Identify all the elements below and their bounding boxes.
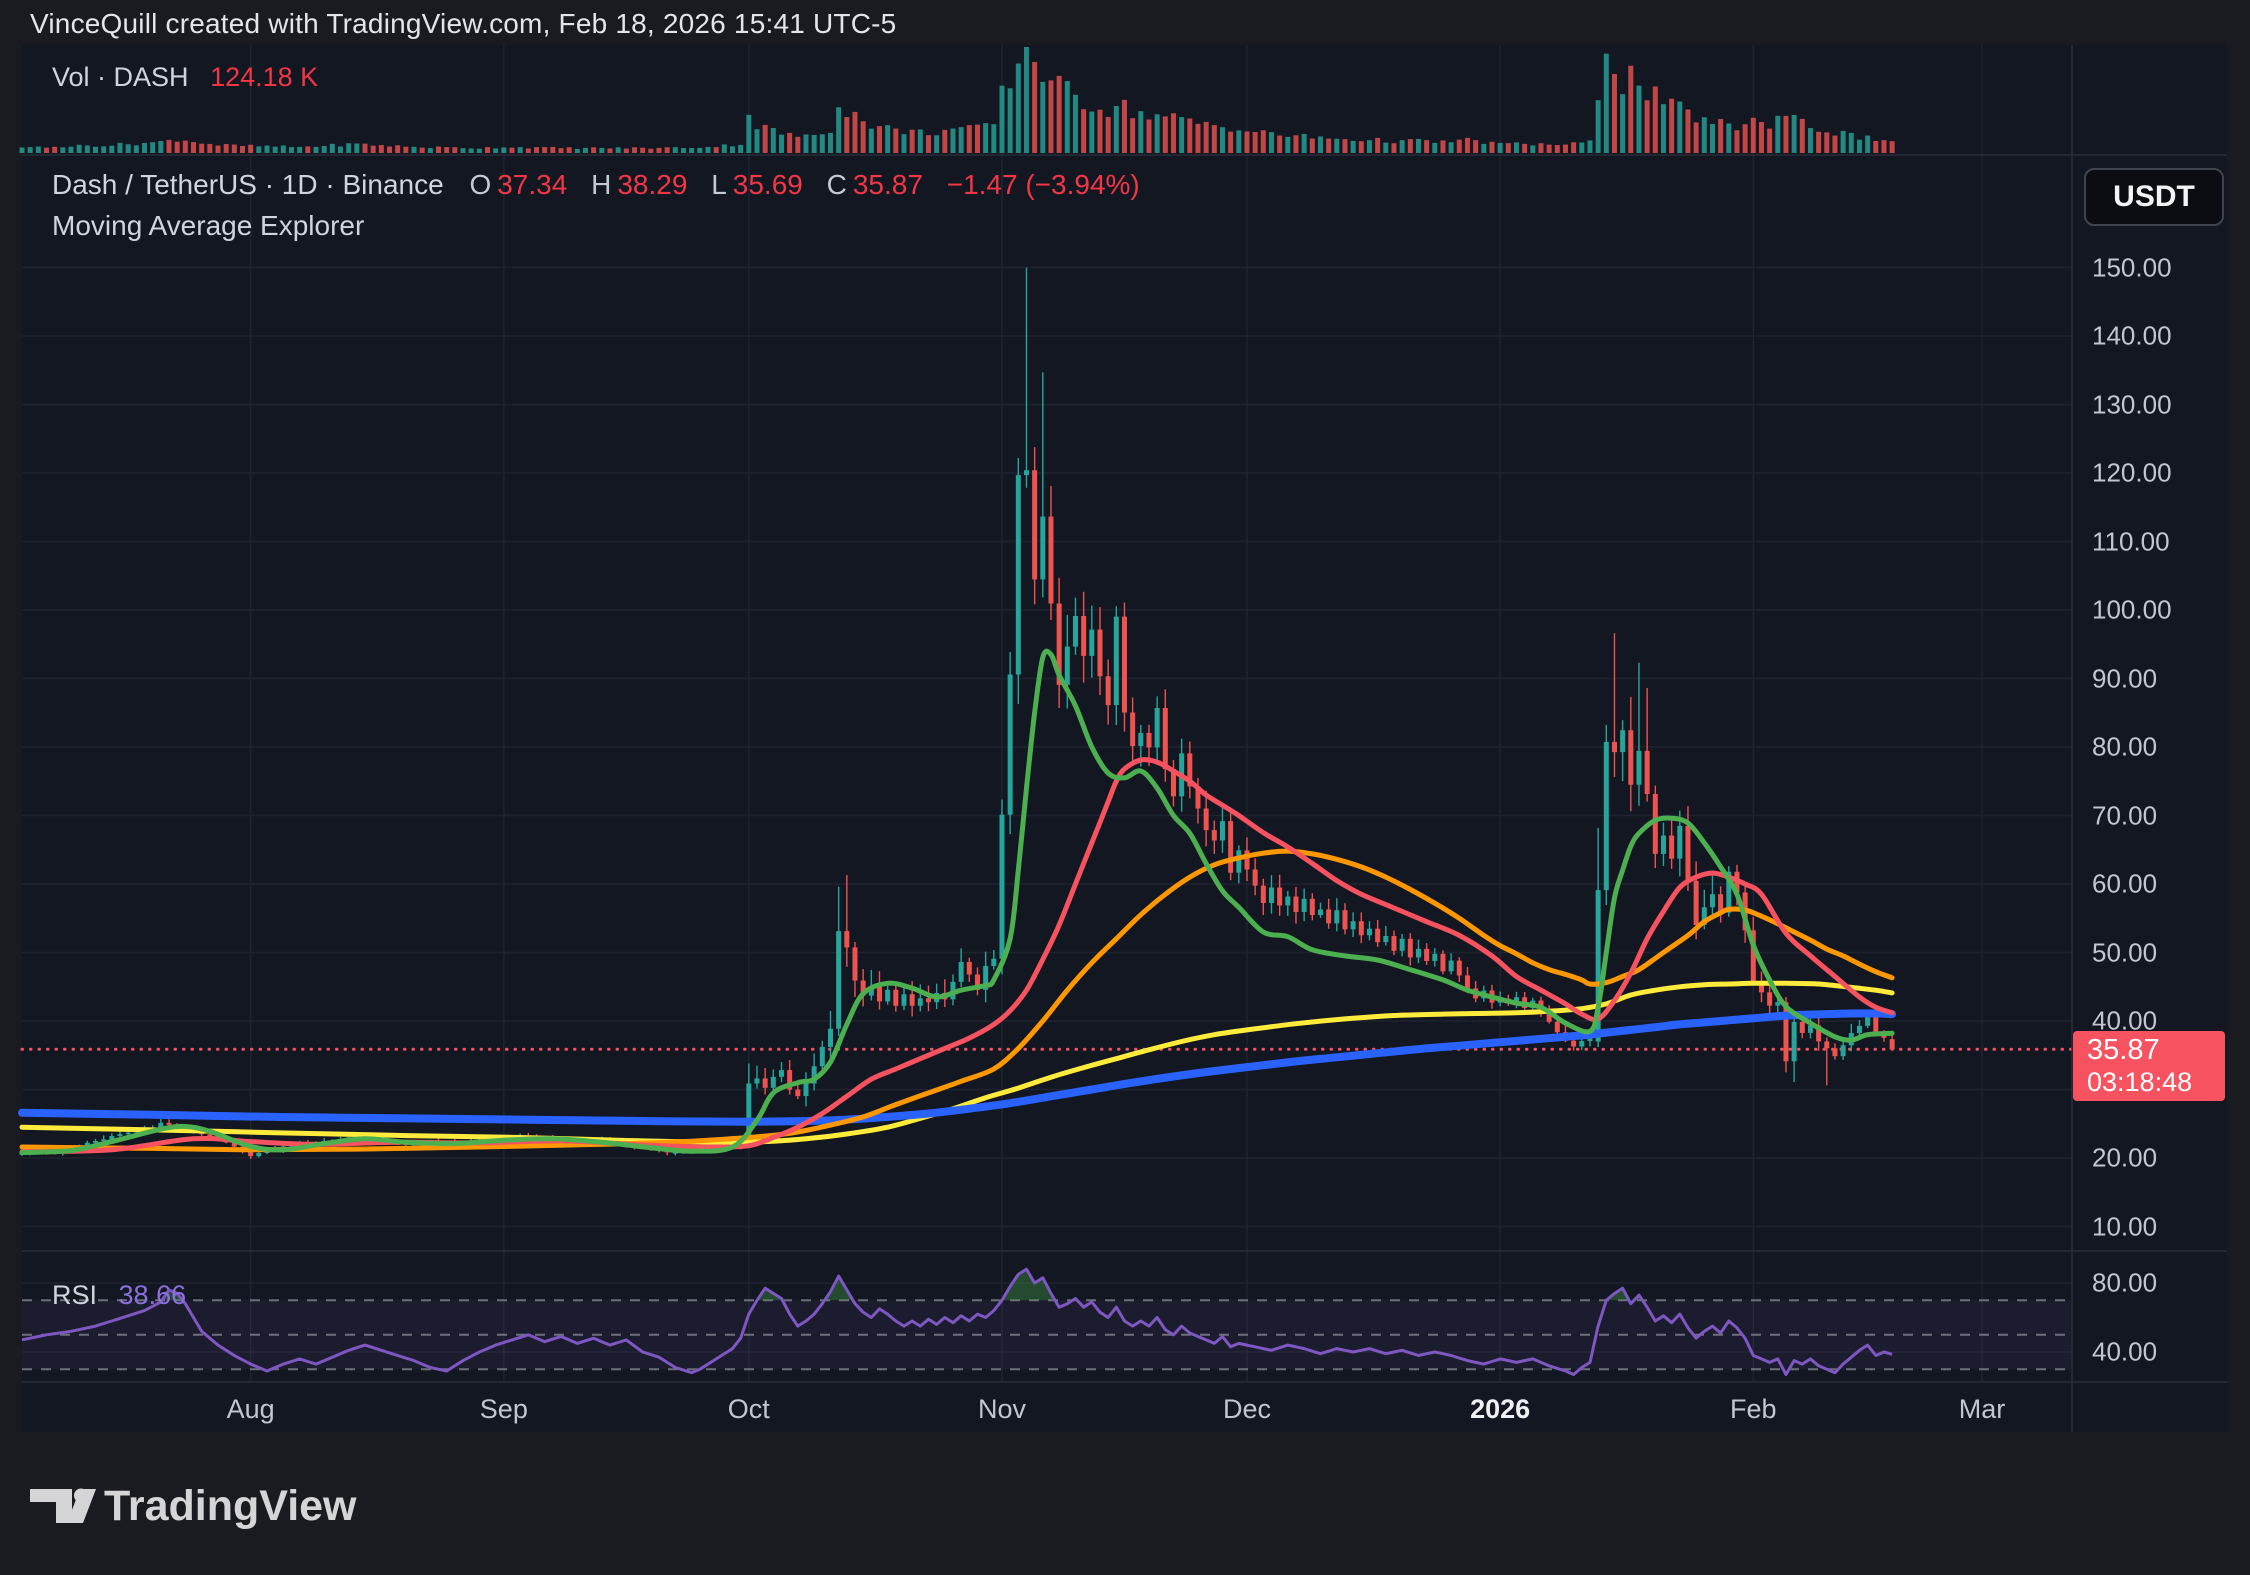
main-legend: Dash / TetherUS · 1D · Binance O37.34 H3… bbox=[52, 169, 1146, 242]
last-price-badge: 35.87 03:18:48 bbox=[2073, 1031, 2225, 1101]
symbol-ohlc-row: Dash / TetherUS · 1D · Binance O37.34 H3… bbox=[52, 169, 1146, 201]
volume-legend-value: 124.18 K bbox=[210, 62, 318, 92]
price-axis-label: 150.00 bbox=[2092, 252, 2172, 283]
bar-countdown: 03:18:48 bbox=[2087, 1067, 2225, 1098]
time-axis-label: Mar bbox=[1959, 1394, 2006, 1425]
volume-legend: Vol · DASH 124.18 K bbox=[52, 62, 318, 93]
time-axis-label: 2026 bbox=[1470, 1394, 1530, 1425]
price-axis-label: 110.00 bbox=[2092, 526, 2170, 557]
rsi-axis-label: 80.00 bbox=[2092, 1268, 2157, 1299]
price-axis-label: 50.00 bbox=[2092, 937, 2157, 968]
tradingview-screenshot: VinceQuill created with TradingView.com,… bbox=[0, 0, 2250, 1575]
high-value: 38.29 bbox=[617, 169, 687, 200]
symbol-title: Dash / TetherUS · 1D · Binance bbox=[52, 169, 444, 200]
rsi-axis-label: 40.00 bbox=[2092, 1337, 2157, 1368]
last-price-value: 35.87 bbox=[2087, 1034, 2225, 1067]
rsi-legend: RSI 38.66 bbox=[52, 1280, 186, 1311]
close-value: 35.87 bbox=[853, 169, 923, 200]
time-axis-label: Sep bbox=[480, 1394, 528, 1425]
high-label: H bbox=[591, 169, 611, 200]
price-axis-label: 100.00 bbox=[2092, 595, 2172, 626]
price-axis-label: 130.00 bbox=[2092, 389, 2172, 420]
price-axis-label: 60.00 bbox=[2092, 869, 2157, 900]
low-value: 35.69 bbox=[733, 169, 803, 200]
tradingview-logo-icon[interactable] bbox=[28, 1486, 98, 1526]
brand-name[interactable]: TradingView bbox=[104, 1482, 357, 1531]
volume-legend-label: Vol · DASH bbox=[52, 62, 189, 92]
time-axis-label: Nov bbox=[978, 1394, 1026, 1425]
price-axis-label: 90.00 bbox=[2092, 663, 2157, 694]
rsi-value: 38.66 bbox=[119, 1280, 187, 1310]
time-axis-label: Feb bbox=[1730, 1394, 1777, 1425]
price-axis-label: 20.00 bbox=[2092, 1143, 2157, 1174]
low-label: L bbox=[711, 169, 727, 200]
price-axis-label: 10.00 bbox=[2092, 1211, 2157, 1242]
price-axis-label: 80.00 bbox=[2092, 732, 2157, 763]
price-axis-label: 70.00 bbox=[2092, 800, 2157, 831]
change-value: −1.47 (−3.94%) bbox=[947, 169, 1140, 200]
time-axis-label: Aug bbox=[227, 1394, 275, 1425]
close-label: C bbox=[827, 169, 847, 200]
price-axis-label: 140.00 bbox=[2092, 321, 2172, 352]
indicator-title: Moving Average Explorer bbox=[52, 210, 1146, 242]
open-label: O bbox=[469, 169, 491, 200]
currency-toggle-button[interactable]: USDT bbox=[2084, 168, 2224, 226]
time-axis-label: Oct bbox=[728, 1394, 770, 1425]
open-value: 37.34 bbox=[497, 169, 567, 200]
price-axis-label: 120.00 bbox=[2092, 458, 2172, 489]
rsi-label: RSI bbox=[52, 1280, 97, 1310]
time-axis-label: Dec bbox=[1223, 1394, 1271, 1425]
